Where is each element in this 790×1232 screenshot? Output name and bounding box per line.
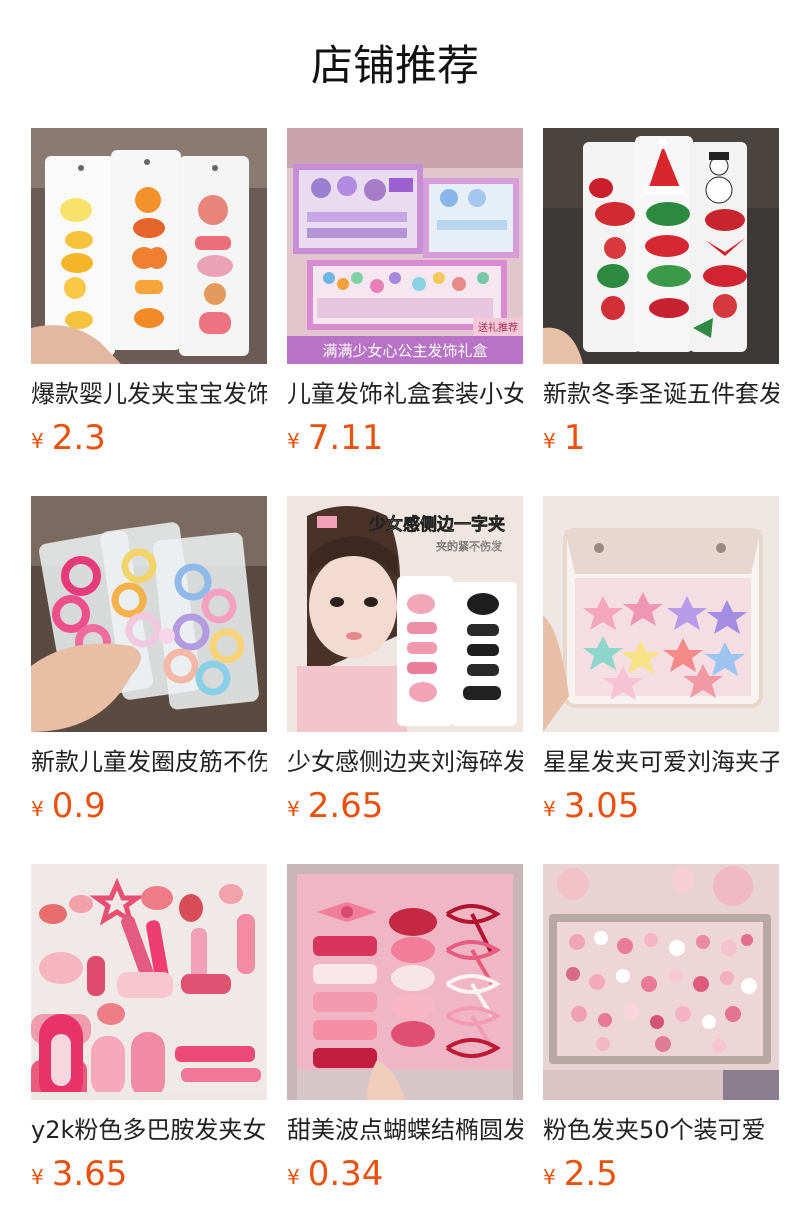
price-value: 2.3 bbox=[51, 418, 106, 458]
product-image[interactable] bbox=[31, 128, 267, 364]
product-image[interactable] bbox=[31, 864, 267, 1100]
price-value: 3.05 bbox=[563, 786, 640, 826]
price-value: 2.5 bbox=[563, 1154, 618, 1194]
product-name[interactable]: 新款儿童发圈皮筋不伤发 bbox=[31, 742, 267, 782]
product-image[interactable] bbox=[543, 496, 779, 732]
price-value: 7.11 bbox=[307, 418, 384, 458]
currency-symbol: ¥ bbox=[543, 1165, 556, 1189]
product-image[interactable] bbox=[543, 864, 779, 1100]
product-name[interactable]: 粉色发夹50个装可爱 bbox=[543, 1110, 779, 1150]
currency-symbol: ¥ bbox=[543, 429, 556, 453]
svg-text:送礼推荐: 送礼推荐 bbox=[478, 321, 518, 334]
product-name[interactable]: 新款冬季圣诞五件套发夹 bbox=[543, 374, 779, 414]
svg-text:少女感侧边一字夹: 少女感侧边一字夹 bbox=[368, 514, 505, 535]
currency-symbol: ¥ bbox=[287, 429, 300, 453]
svg-text:夹的紧不伤发: 夹的紧不伤发 bbox=[436, 539, 502, 553]
product-price: ¥2.5 bbox=[543, 1154, 618, 1194]
product-name[interactable]: 儿童发饰礼盒套装小女孩 bbox=[287, 374, 523, 414]
product-price: ¥0.34 bbox=[287, 1154, 383, 1194]
currency-symbol: ¥ bbox=[31, 429, 44, 453]
product-name[interactable]: 星星发夹可爱刘海夹子 bbox=[543, 742, 779, 782]
product-name[interactable]: y2k粉色多巴胺发夹女 bbox=[31, 1110, 267, 1150]
product-price: ¥2.3 bbox=[31, 418, 106, 458]
product-price: ¥7.11 bbox=[287, 418, 383, 458]
product-price: ¥3.05 bbox=[543, 786, 639, 826]
product-price: ¥3.65 bbox=[31, 1154, 127, 1194]
product-price: ¥1 bbox=[543, 418, 585, 458]
svg-text:满满少女心公主发饰礼盒: 满满少女心公主发饰礼盒 bbox=[322, 342, 487, 360]
price-value: 3.65 bbox=[51, 1154, 128, 1194]
price-value: 2.65 bbox=[307, 786, 384, 826]
product-grid: 爆款婴儿发夹宝宝发饰 ¥2.3 送礼推荐 满满少女心公主发饰礼盒 儿童发饰礼盒套… bbox=[0, 0, 790, 1232]
currency-symbol: ¥ bbox=[543, 797, 556, 821]
product-image[interactable]: 送礼推荐 满满少女心公主发饰礼盒 bbox=[287, 128, 523, 364]
price-value: 0.9 bbox=[51, 786, 106, 826]
product-name[interactable]: 少女感侧边夹刘海碎发夹 bbox=[287, 742, 523, 782]
product-name[interactable]: 甜美波点蝴蝶结椭圆发夹 bbox=[287, 1110, 523, 1150]
currency-symbol: ¥ bbox=[31, 797, 44, 821]
product-image[interactable] bbox=[31, 496, 267, 732]
product-image[interactable]: 少女感侧边一字夹 夹的紧不伤发 bbox=[287, 496, 523, 732]
price-value: 1 bbox=[563, 418, 586, 458]
currency-symbol: ¥ bbox=[31, 1165, 44, 1189]
currency-symbol: ¥ bbox=[287, 797, 300, 821]
product-image[interactable] bbox=[543, 128, 779, 364]
product-image[interactable] bbox=[287, 864, 523, 1100]
product-name[interactable]: 爆款婴儿发夹宝宝发饰 bbox=[31, 374, 267, 414]
product-price: ¥2.65 bbox=[287, 786, 383, 826]
price-value: 0.34 bbox=[307, 1154, 384, 1194]
currency-symbol: ¥ bbox=[287, 1165, 300, 1189]
product-price: ¥0.9 bbox=[31, 786, 106, 826]
